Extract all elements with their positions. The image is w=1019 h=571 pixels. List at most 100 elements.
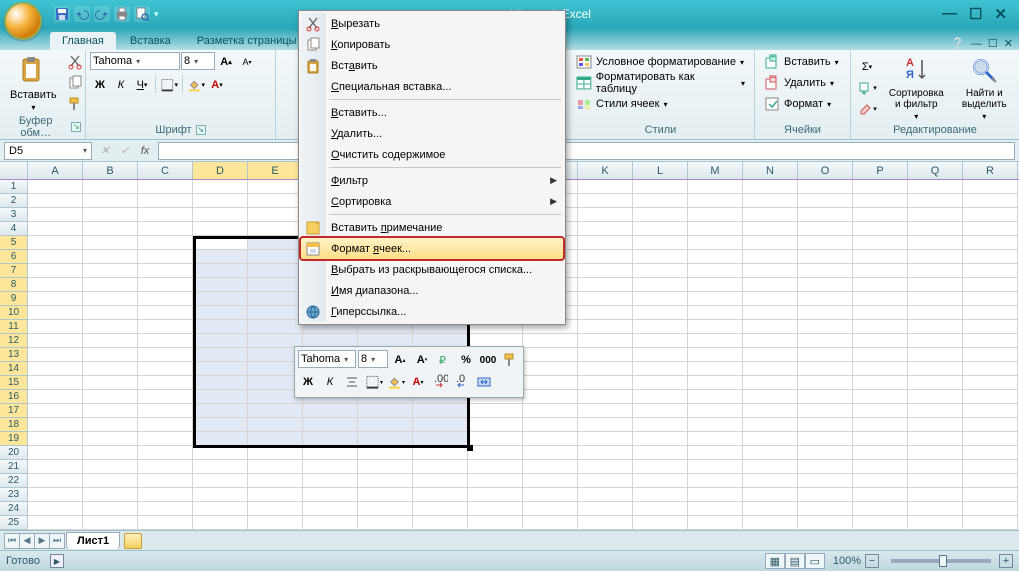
cell[interactable] bbox=[523, 460, 578, 474]
column-header-K[interactable]: K bbox=[578, 162, 633, 179]
cell[interactable] bbox=[688, 516, 743, 530]
cell[interactable] bbox=[908, 278, 963, 292]
cell[interactable] bbox=[193, 180, 248, 194]
cell[interactable] bbox=[193, 306, 248, 320]
cell[interactable] bbox=[193, 278, 248, 292]
cell[interactable] bbox=[963, 250, 1018, 264]
cell[interactable] bbox=[83, 194, 138, 208]
cell[interactable] bbox=[908, 194, 963, 208]
cell[interactable] bbox=[633, 320, 688, 334]
cell[interactable] bbox=[248, 418, 303, 432]
cell[interactable] bbox=[248, 488, 303, 502]
zoom-out[interactable]: − bbox=[865, 554, 879, 568]
row-header-4[interactable]: 4 bbox=[0, 222, 28, 236]
cell[interactable] bbox=[248, 292, 303, 306]
cell[interactable] bbox=[743, 278, 798, 292]
cell[interactable] bbox=[688, 502, 743, 516]
cell[interactable] bbox=[303, 432, 358, 446]
cell[interactable] bbox=[798, 264, 853, 278]
cell[interactable] bbox=[83, 222, 138, 236]
cell[interactable] bbox=[83, 208, 138, 222]
ctx-вырезать[interactable]: Вырезать bbox=[301, 13, 563, 34]
cell[interactable] bbox=[248, 208, 303, 222]
cell[interactable] bbox=[28, 488, 83, 502]
cell[interactable] bbox=[193, 236, 248, 250]
cell[interactable] bbox=[193, 362, 248, 376]
macro-record-icon[interactable]: ▶ bbox=[50, 554, 64, 568]
cell[interactable] bbox=[83, 320, 138, 334]
cell[interactable] bbox=[963, 180, 1018, 194]
cell[interactable] bbox=[853, 334, 908, 348]
cell[interactable] bbox=[28, 292, 83, 306]
cell[interactable] bbox=[853, 446, 908, 460]
cell[interactable] bbox=[83, 236, 138, 250]
cell[interactable] bbox=[963, 320, 1018, 334]
cell[interactable] bbox=[578, 292, 633, 306]
cell[interactable] bbox=[83, 404, 138, 418]
cell[interactable] bbox=[688, 292, 743, 306]
cell[interactable] bbox=[908, 502, 963, 516]
cell[interactable] bbox=[523, 376, 578, 390]
mini-borders[interactable]: ▾ bbox=[364, 372, 384, 392]
cell[interactable] bbox=[908, 362, 963, 376]
cell[interactable] bbox=[138, 180, 193, 194]
sheet-tab-1[interactable]: Лист1 bbox=[66, 532, 120, 549]
cell[interactable] bbox=[688, 334, 743, 348]
cell[interactable] bbox=[138, 488, 193, 502]
cell[interactable] bbox=[468, 446, 523, 460]
cell[interactable] bbox=[633, 348, 688, 362]
row-header-3[interactable]: 3 bbox=[0, 208, 28, 222]
row-header-23[interactable]: 23 bbox=[0, 488, 28, 502]
cells-insert[interactable]: +Вставить▾ bbox=[759, 52, 844, 72]
cell[interactable] bbox=[743, 348, 798, 362]
cell[interactable] bbox=[908, 264, 963, 278]
cell[interactable] bbox=[688, 194, 743, 208]
cell[interactable] bbox=[28, 278, 83, 292]
cell[interactable] bbox=[853, 278, 908, 292]
cell[interactable] bbox=[138, 404, 193, 418]
cell[interactable] bbox=[248, 222, 303, 236]
cell[interactable] bbox=[743, 376, 798, 390]
cell[interactable] bbox=[908, 306, 963, 320]
cell[interactable] bbox=[743, 180, 798, 194]
cell[interactable] bbox=[578, 460, 633, 474]
maximize-button[interactable]: ☐ bbox=[969, 5, 982, 23]
cell[interactable] bbox=[83, 348, 138, 362]
cell[interactable] bbox=[688, 320, 743, 334]
cell[interactable] bbox=[28, 432, 83, 446]
cell-styles[interactable]: Стили ячеек▾ bbox=[571, 94, 673, 114]
cell[interactable] bbox=[523, 362, 578, 376]
cell[interactable] bbox=[83, 292, 138, 306]
cell[interactable] bbox=[963, 264, 1018, 278]
cell[interactable] bbox=[578, 362, 633, 376]
cell[interactable] bbox=[633, 460, 688, 474]
ctx-выбрать-из-раскрывающегося-списка-[interactable]: Выбрать из раскрывающегося списка... bbox=[301, 259, 563, 280]
cell[interactable] bbox=[798, 348, 853, 362]
cell[interactable] bbox=[853, 264, 908, 278]
cell[interactable] bbox=[633, 250, 688, 264]
cell[interactable] bbox=[193, 516, 248, 530]
mini-align-center[interactable] bbox=[342, 372, 362, 392]
cell[interactable] bbox=[963, 432, 1018, 446]
cell[interactable] bbox=[138, 460, 193, 474]
cell[interactable] bbox=[578, 222, 633, 236]
ctx-фильтр[interactable]: Фильтр▶ bbox=[301, 170, 563, 191]
mini-bold[interactable]: Ж bbox=[298, 372, 318, 392]
cell[interactable] bbox=[358, 418, 413, 432]
cell[interactable] bbox=[633, 362, 688, 376]
cell[interactable] bbox=[138, 432, 193, 446]
conditional-formatting[interactable]: Условное форматирование▾ bbox=[571, 52, 749, 72]
cell[interactable] bbox=[908, 446, 963, 460]
row-header-8[interactable]: 8 bbox=[0, 278, 28, 292]
row-header-17[interactable]: 17 bbox=[0, 404, 28, 418]
row-header-7[interactable]: 7 bbox=[0, 264, 28, 278]
cell[interactable] bbox=[963, 418, 1018, 432]
cell[interactable] bbox=[28, 376, 83, 390]
cell[interactable] bbox=[523, 418, 578, 432]
mini-font-size[interactable]: 8▾ bbox=[358, 350, 388, 368]
row-header-2[interactable]: 2 bbox=[0, 194, 28, 208]
cell[interactable] bbox=[578, 488, 633, 502]
cell[interactable] bbox=[248, 236, 303, 250]
cell[interactable] bbox=[83, 250, 138, 264]
cell[interactable] bbox=[908, 208, 963, 222]
